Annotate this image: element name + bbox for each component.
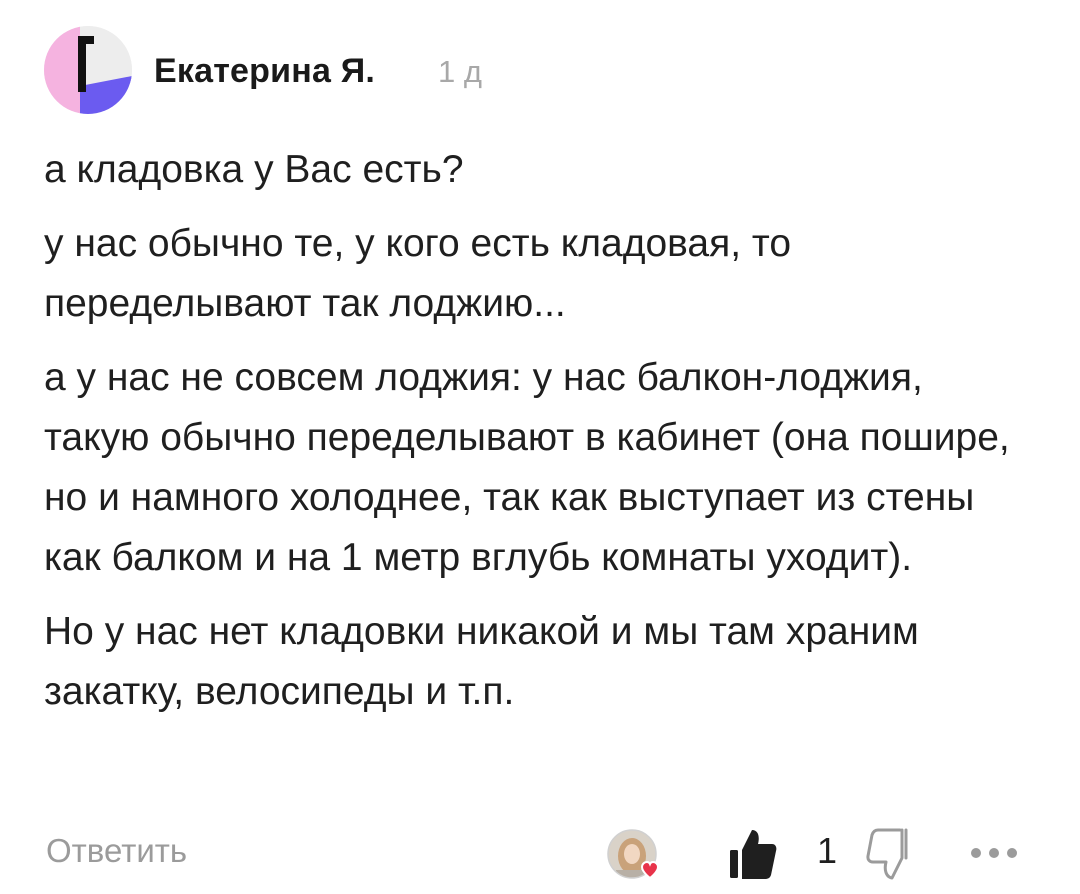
comment-time: 1 д bbox=[438, 54, 482, 89]
author-avatar[interactable] bbox=[44, 26, 132, 114]
comment-footer: Ответить 1 bbox=[44, 820, 1034, 886]
comment-body: а кладовка у Вас есть? у нас обычно те, … bbox=[44, 140, 1034, 736]
author-name[interactable]: Екатерина Я. bbox=[154, 52, 375, 91]
comment-header: Екатерина Я. 1 д bbox=[44, 22, 1034, 118]
comment-paragraph: у нас обычно те, у кого есть кладовая, т… bbox=[44, 222, 792, 325]
comment-paragraph: а кладовка у Вас есть? bbox=[44, 148, 464, 191]
more-dots-icon[interactable] bbox=[966, 838, 1022, 868]
liker-avatar[interactable] bbox=[606, 826, 666, 886]
like-count: 1 bbox=[817, 830, 838, 871]
reply-button[interactable]: Ответить bbox=[46, 832, 187, 870]
comment-paragraph: Но у нас нет кладовки никакой и мы там х… bbox=[44, 610, 919, 713]
comment-paragraph: а у нас не совсем лоджия: у нас балкон-л… bbox=[44, 356, 1010, 579]
thumbs-up-icon[interactable] bbox=[728, 826, 778, 880]
thumbs-down-icon[interactable] bbox=[866, 826, 918, 882]
